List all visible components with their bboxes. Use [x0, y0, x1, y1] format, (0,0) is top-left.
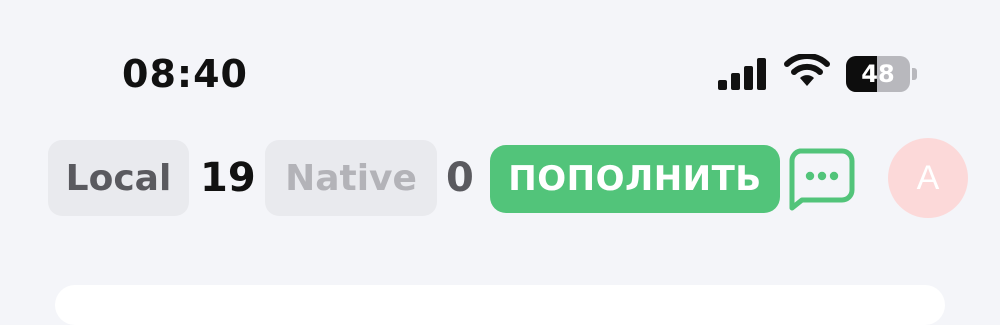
topup-button[interactable]: ПОПОЛНИТЬ [490, 145, 780, 213]
chat-bubble-icon[interactable] [786, 146, 856, 212]
status-bar: 08:40 48 [0, 0, 1000, 120]
native-balance-value: 0 [446, 155, 474, 201]
cellular-signal-icon [718, 58, 766, 90]
battery-percent: 48 [861, 60, 895, 88]
local-balance-value: 19 [200, 155, 256, 201]
avatar[interactable]: A [888, 138, 968, 218]
native-balance-pill[interactable]: Native [265, 140, 437, 216]
native-balance-label: Native [285, 157, 417, 199]
local-balance-label: Local [65, 157, 172, 199]
local-balance-pill[interactable]: Local [48, 140, 189, 216]
battery-icon: 48 [846, 56, 918, 92]
wifi-icon [784, 54, 830, 86]
content-card [55, 285, 945, 325]
balance-toolbar: Local 19 Native 0 ПОПОЛНИТЬ A [0, 130, 1000, 230]
status-time: 08:40 [122, 52, 248, 96]
